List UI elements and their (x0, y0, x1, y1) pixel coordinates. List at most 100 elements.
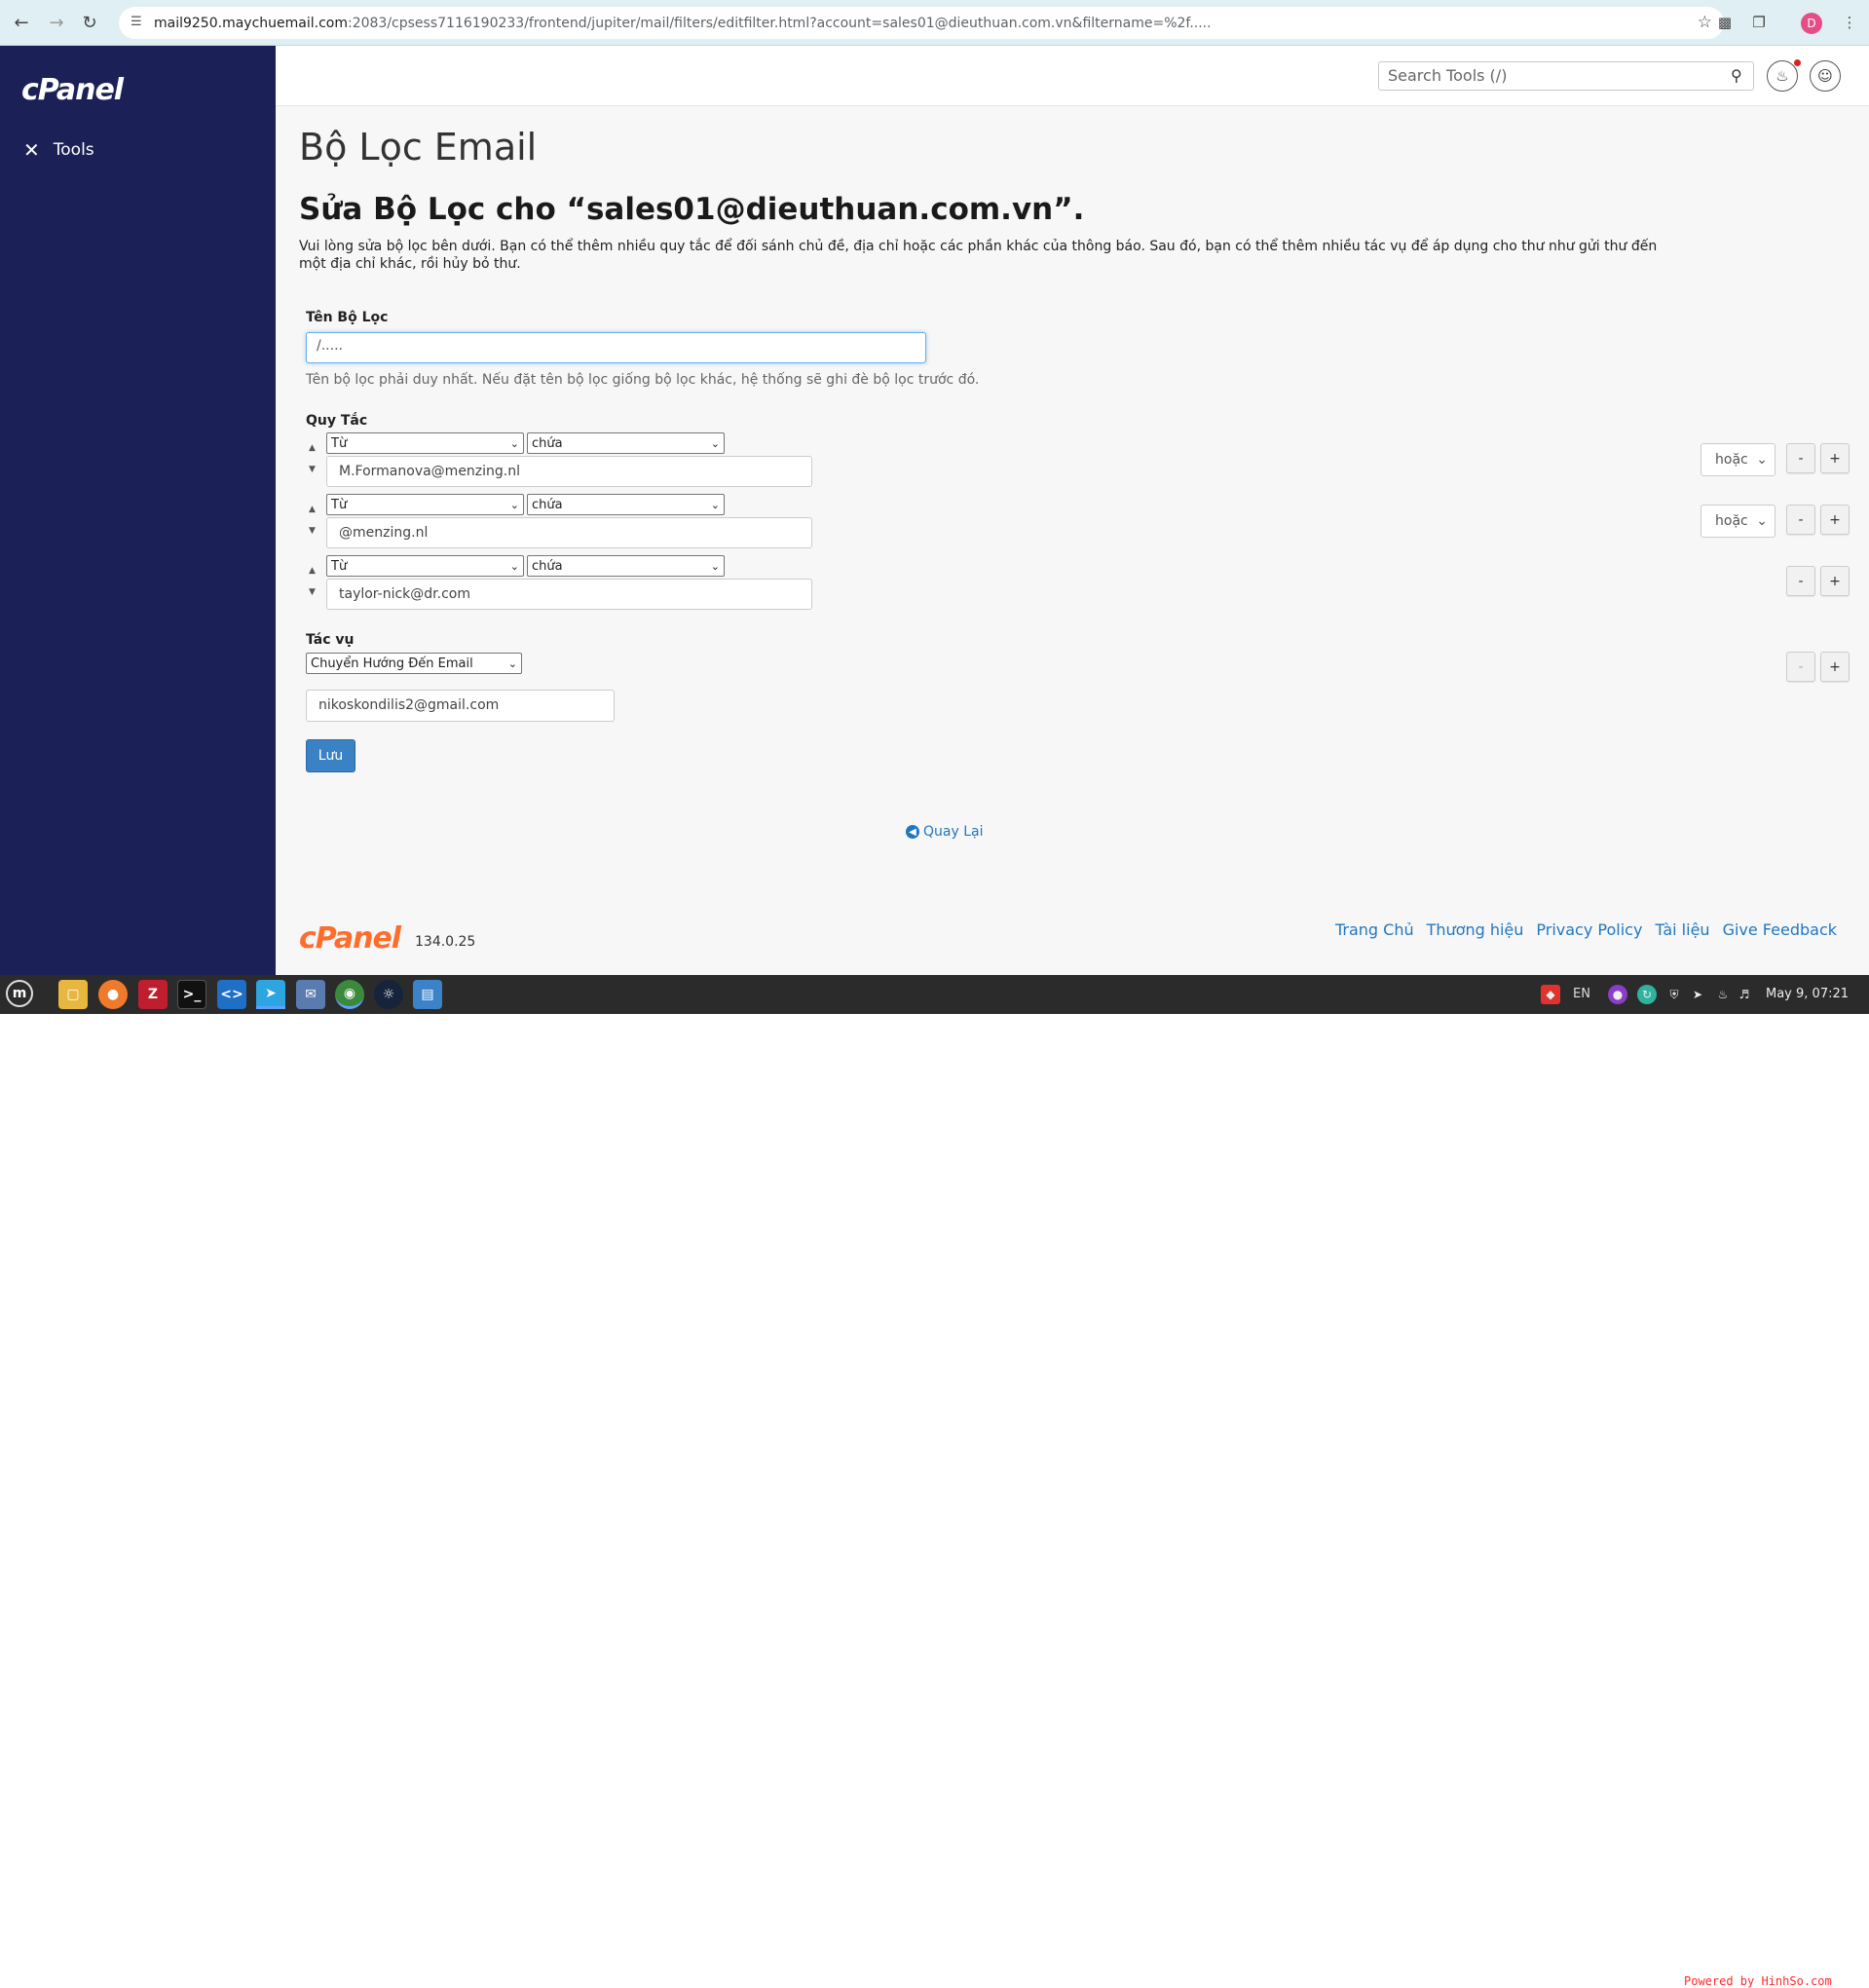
cpanel-logo[interactable]: cPanel (21, 73, 124, 107)
mail-client-icon[interactable]: ✉ (296, 980, 325, 1009)
chevron-down-icon: ⌄ (710, 436, 720, 450)
sidebar: cPanel ✕ Tools (0, 46, 276, 975)
sync-tray-icon[interactable]: ↻ (1637, 985, 1657, 1004)
page-title: Bộ Lọc Email (299, 126, 538, 169)
url-path: :2083/cpsess7116190233/frontend/jupiter/… (347, 15, 1212, 31)
add-rule-button[interactable]: + (1820, 443, 1850, 473)
rule-part-value: Từ (331, 497, 348, 512)
sidebar-item-label: Tools (53, 140, 94, 160)
back-arrow-icon[interactable]: ← (10, 10, 33, 35)
back-link-label: Quay Lại (923, 824, 984, 840)
anydesk-tray-icon[interactable]: ◆ (1541, 985, 1560, 1004)
add-action-button[interactable]: + (1820, 652, 1850, 682)
site-info-icon[interactable]: ☰ (131, 15, 146, 30)
vpn-icon[interactable]: ☼ (374, 980, 403, 1009)
reload-icon[interactable]: ↻ (78, 10, 101, 35)
sidebar-item-tools[interactable]: ✕ Tools (23, 138, 94, 162)
back-link[interactable]: ◀ Quay Lại (906, 824, 983, 840)
chevron-down-icon: ⌄ (1756, 452, 1768, 468)
add-rule-button[interactable]: + (1820, 566, 1850, 596)
search-tools-input[interactable]: Search Tools (/) (1378, 61, 1754, 91)
rule-part-select[interactable]: Từ ⌄ (326, 494, 524, 515)
rule-value-input[interactable]: M.Formanova@menzing.nl (326, 456, 812, 487)
form-title: Sửa Bộ Lọc cho “sales01@dieuthuan.com.vn… (299, 192, 1085, 227)
firefox-icon[interactable]: ● (98, 980, 128, 1009)
footer-cpanel-logo: cPanel (299, 921, 401, 956)
remove-rule-button[interactable]: - (1786, 505, 1815, 535)
chevron-down-icon: ⌄ (509, 559, 519, 573)
chevron-down-icon: ⌄ (507, 656, 517, 670)
rule-part-select[interactable]: Từ ⌄ (326, 555, 524, 577)
bookmark-star-icon[interactable]: ☆ (1698, 13, 1712, 32)
rule-part-select[interactable]: Từ ⌄ (326, 432, 524, 454)
keyboard-language[interactable]: EN (1573, 987, 1590, 1001)
footer-link-home[interactable]: Trang Chủ (1335, 920, 1414, 939)
actions-label: Tác vụ (306, 632, 355, 648)
move-up-icon[interactable]: ▲ (309, 566, 316, 576)
notifications-bell-icon[interactable]: ♨ (1767, 60, 1798, 92)
form-description: Vui lòng sửa bộ lọc bên dưới. Bạn có thể… (299, 239, 1658, 272)
watermark: Powered by HinhSo.com (1684, 1974, 1832, 1988)
telegram-tray-icon[interactable]: ➤ (1688, 985, 1707, 1004)
rules-label: Quy Tắc (306, 413, 368, 429)
profile-avatar[interactable]: D (1801, 13, 1822, 34)
move-up-icon[interactable]: ▲ (309, 443, 316, 453)
footer-link-privacy[interactable]: Privacy Policy (1536, 920, 1642, 939)
terminal-icon[interactable]: >_ (177, 980, 206, 1009)
chevron-down-icon: ⌄ (710, 559, 720, 573)
rule-match-select[interactable]: chứa ⌄ (527, 432, 725, 454)
footer-link-docs[interactable]: Tài liệu (1655, 920, 1709, 939)
filter-name-input[interactable]: /..... (306, 332, 926, 363)
vscode-icon[interactable]: <> (217, 980, 246, 1009)
rule-value-input[interactable]: taylor-nick@dr.com (326, 579, 812, 610)
remove-rule-button[interactable]: - (1786, 566, 1815, 596)
add-rule-button[interactable]: + (1820, 505, 1850, 535)
forward-arrow-icon[interactable]: → (45, 10, 68, 35)
rule-match-value: chứa (532, 435, 563, 451)
move-up-icon[interactable]: ▲ (309, 505, 316, 514)
rule-part-value: Từ (331, 435, 348, 451)
app-tray-icon[interactable]: ● (1608, 985, 1627, 1004)
browser-toolbar: ← → ↻ ☰ mail9250.maychuemail.com:2083/cp… (0, 0, 1869, 46)
footer-link-trademarks[interactable]: Thương hiệu (1427, 920, 1524, 939)
remote-desktop-icon[interactable]: ▤ (413, 980, 442, 1009)
user-account-icon[interactable]: ☺ (1810, 60, 1841, 92)
remove-action-button[interactable]: - (1786, 652, 1815, 682)
top-header: Search Tools (/) ⚲ ♨ ☺ (276, 46, 1869, 106)
shield-icon[interactable]: ⛨ (1664, 985, 1684, 1004)
address-bar[interactable]: ☰ mail9250.maychuemail.com:2083/cpsess71… (119, 7, 1724, 39)
qr-code-icon[interactable]: ▩ (1714, 12, 1736, 33)
remove-rule-button[interactable]: - (1786, 443, 1815, 473)
chevron-down-icon: ⌄ (509, 436, 519, 450)
save-button[interactable]: Lưu (306, 739, 355, 772)
url-host: mail9250.maychuemail.com (154, 15, 348, 31)
notification-dot (1794, 59, 1801, 66)
more-menu-icon[interactable]: ⋮ (1839, 12, 1860, 33)
volume-icon[interactable]: ♬ (1735, 985, 1754, 1004)
chevron-down-icon: ⌄ (509, 498, 519, 511)
action-type-select[interactable]: Chuyển Hướng Đến Email ⌄ (306, 653, 522, 674)
extensions-icon[interactable]: ❐ (1748, 12, 1770, 33)
clock[interactable]: May 9, 07:21 (1766, 987, 1849, 1001)
footer-link-feedback[interactable]: Give Feedback (1723, 920, 1837, 939)
rule-match-select[interactable]: chứa ⌄ (527, 494, 725, 515)
filezilla-icon[interactable]: Z (138, 980, 168, 1009)
chrome-icon[interactable]: ◉ (335, 980, 364, 1009)
move-down-icon[interactable]: ▼ (309, 526, 316, 536)
action-destination-input[interactable]: nikoskondilis2@gmail.com (306, 690, 615, 722)
rule-value-input[interactable]: @menzing.nl (326, 517, 812, 548)
files-icon[interactable]: ▢ (58, 980, 88, 1009)
search-icon[interactable]: ⚲ (1731, 66, 1742, 85)
rule-match-select[interactable]: chứa ⌄ (527, 555, 725, 577)
telegram-icon[interactable]: ➤ (256, 980, 285, 1009)
move-down-icon[interactable]: ▼ (309, 587, 316, 597)
rule-logic-value: hoặc (1715, 452, 1748, 468)
rule-logic-select[interactable]: hoặc ⌄ (1701, 505, 1776, 538)
rule-part-value: Từ (331, 558, 348, 574)
move-down-icon[interactable]: ▼ (309, 465, 316, 474)
rule-logic-select[interactable]: hoặc ⌄ (1701, 443, 1776, 476)
filter-name-help: Tên bộ lọc phải duy nhất. Nếu đặt tên bộ… (306, 372, 980, 388)
mint-menu-icon[interactable]: m (6, 980, 33, 1007)
footer-version: 134.0.25 (415, 934, 476, 950)
notification-tray-icon[interactable]: ♨ (1713, 985, 1733, 1004)
